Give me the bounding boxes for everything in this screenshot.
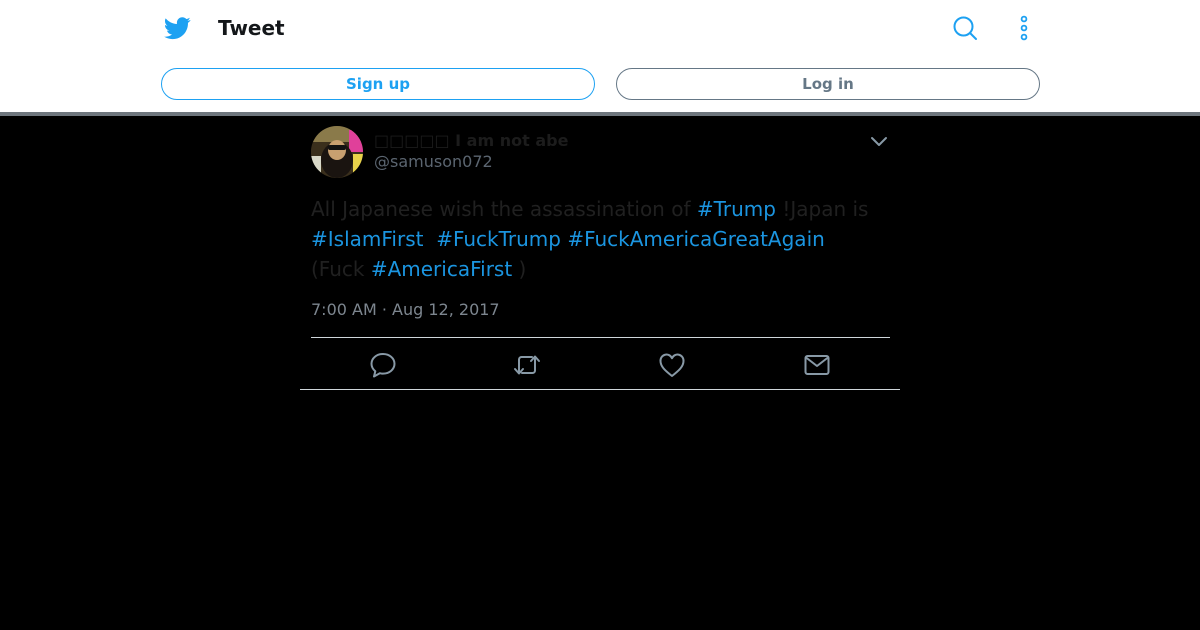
- top-bar: Tweet Sign up Log in: [0, 0, 1200, 112]
- tweet-text: All Japanese wish the assassination of #…: [311, 194, 891, 284]
- tweet-card: □□□□□ I am not abe @samuson072 All Japan…: [300, 116, 900, 390]
- tweet-timestamp[interactable]: 7:00 AM · Aug 12, 2017: [311, 300, 500, 319]
- user-handle[interactable]: @samuson072: [374, 152, 493, 171]
- hashtag-link[interactable]: #AmericaFirst: [371, 257, 512, 281]
- twitter-bird-icon[interactable]: [163, 14, 191, 42]
- divider: [300, 389, 900, 390]
- hashtag-link[interactable]: #Trump: [697, 197, 776, 221]
- hashtag-link[interactable]: #IslamFirst: [311, 227, 423, 251]
- tweet-text-segment: [423, 227, 436, 251]
- chevron-down-icon[interactable]: [868, 130, 890, 152]
- hashtag-link[interactable]: #FuckTrump: [436, 227, 561, 251]
- search-icon[interactable]: [951, 14, 979, 42]
- heart-icon[interactable]: [657, 350, 687, 380]
- tweet-text-segment: ): [512, 257, 527, 281]
- hashtag-link[interactable]: #FuckAmericaGreatAgain: [567, 227, 824, 251]
- reply-icon[interactable]: [368, 350, 398, 380]
- retweet-icon[interactable]: [512, 350, 542, 380]
- more-vertical-icon[interactable]: [1010, 14, 1038, 42]
- divider: [311, 337, 890, 338]
- login-button[interactable]: Log in: [616, 68, 1040, 100]
- tweet-text-segment: !Japan is: [775, 197, 869, 221]
- signup-button[interactable]: Sign up: [161, 68, 595, 100]
- display-name[interactable]: □□□□□ I am not abe: [374, 131, 568, 150]
- envelope-icon[interactable]: [802, 350, 832, 380]
- tweet-text-segment: All Japanese wish the assassination of: [311, 197, 697, 221]
- tweet-text-segment: (Fuck: [311, 257, 371, 281]
- page-title: Tweet: [218, 16, 285, 40]
- avatar[interactable]: [311, 126, 363, 178]
